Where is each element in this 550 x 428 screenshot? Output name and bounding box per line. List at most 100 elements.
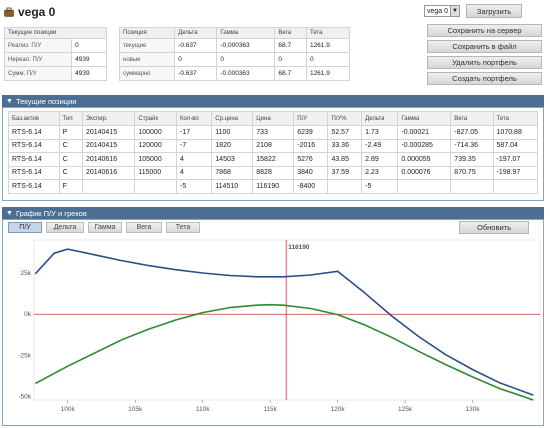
table-cell: -5	[176, 179, 213, 194]
table-cell: -0.00021	[397, 125, 452, 140]
column-header[interactable]: Тип	[58, 111, 83, 126]
table-row[interactable]: RTS-6.14 C 20140616 105000 4 14503 15822 5276 43…	[8, 152, 539, 167]
column-header[interactable]: П/У%	[327, 111, 363, 126]
table-cell: 0	[274, 52, 307, 67]
tab-vega[interactable]: Вега	[126, 222, 162, 233]
table-cell: 100000	[134, 125, 178, 140]
table-cell: -0.000285	[397, 138, 452, 153]
table-header-row: Позиция Дельта Гамма Вега Тета	[118, 27, 351, 39]
briefcase-icon	[4, 7, 14, 17]
table-cell: 37.59	[327, 165, 363, 180]
column-header[interactable]: Вега	[450, 111, 494, 126]
column-header[interactable]: Страйк	[134, 111, 178, 126]
table-cell	[397, 179, 452, 194]
table-cell: 4	[176, 152, 213, 167]
collapse-triangle-icon[interactable]: ▼	[6, 98, 13, 105]
x-tick-label: 120k	[331, 406, 346, 413]
table-cell: 587.04	[492, 138, 539, 153]
column-header[interactable]: Тета	[492, 111, 539, 126]
x-tick-label: 100k	[61, 406, 76, 413]
tab-pnl[interactable]: П/У	[8, 222, 42, 233]
table-cell: -198.97	[492, 165, 539, 180]
table-cell: 0	[174, 52, 218, 67]
table-row: Сумм. П/У 4939	[3, 66, 107, 81]
table-cell: 6239	[293, 125, 329, 140]
table-cell: F	[58, 179, 83, 194]
table-row[interactable]: RTS-6.14 P 20140415 100000 -17 1100 733 6239 52.…	[8, 125, 539, 140]
column-header[interactable]: Дельта	[361, 111, 399, 126]
chevron-down-icon[interactable]: ▼	[450, 6, 459, 16]
x-tick-label: 110k	[196, 406, 210, 413]
table-cell	[327, 179, 363, 194]
column-header[interactable]: Ср.цена	[211, 111, 254, 126]
column-header[interactable]: П/У	[293, 111, 329, 126]
x-tick-label: 125k	[398, 406, 413, 413]
table-cell: -5	[361, 179, 399, 194]
table-cell: 1261.9	[305, 66, 351, 81]
table-row[interactable]: RTS-6.14 C 20140415 120000 -7 1820 2108 -2016 33…	[8, 138, 539, 153]
column-header[interactable]: Баз.актив	[8, 111, 60, 126]
table-cell	[450, 179, 494, 194]
table-row[interactable]: RTS-6.14 F -5 114510 116190 -8400 -5	[8, 179, 539, 194]
portfolio-select-value: vega 0	[427, 7, 449, 15]
table-cell: 43.85	[327, 152, 363, 167]
table-cell: 105000	[134, 152, 178, 167]
delete-portfolio-button[interactable]: Удалить портфель	[427, 56, 542, 69]
table-cell: 5276	[293, 152, 329, 167]
table-cell: новые	[118, 52, 176, 67]
pnl-chart: 25k 0k -25k -50k 100k 105k 110k 115k 120k 125k 130…	[18, 239, 541, 413]
current-price-label: 116190	[288, 244, 310, 251]
x-tick-label: 130k	[465, 406, 480, 413]
chart-panel-header[interactable]: ▼ График П/У и греков	[2, 207, 544, 219]
positions-panel-header[interactable]: ▼ Текущие позиции	[2, 95, 544, 107]
create-portfolio-button[interactable]: Создать портфель	[427, 72, 542, 85]
table-cell: 15822	[252, 152, 295, 167]
plot-area	[33, 239, 541, 401]
table-cell: 739.35	[450, 152, 494, 167]
table-cell: 8828	[252, 165, 295, 180]
table-cell: 114510	[211, 179, 254, 194]
pnl-label: Нереал. П/У	[3, 52, 73, 67]
table-cell: C	[58, 152, 83, 167]
y-tick-label: -25k	[18, 352, 31, 359]
table-cell: -827.05	[450, 125, 494, 140]
table-row: суммарно -0.637 -0.000363 68.7 1261.9	[118, 66, 351, 81]
table-cell	[492, 179, 539, 194]
table-cell: 733	[252, 125, 295, 140]
table-cell: C	[58, 138, 83, 153]
table-cell: -0.637	[174, 66, 218, 81]
table-cell: -2016	[293, 138, 329, 153]
table-cell: 115000	[134, 165, 178, 180]
y-tick-label: 25k	[21, 270, 32, 277]
table-cell: 1070.88	[492, 125, 539, 140]
pnl-value: 4939	[71, 66, 107, 81]
table-cell: 1820	[211, 138, 254, 153]
refresh-button[interactable]: Обновить	[459, 221, 529, 234]
table-cell: 52.57	[327, 125, 363, 140]
tab-theta[interactable]: Тета	[166, 222, 200, 233]
pnl-value: 0	[71, 38, 107, 53]
tab-delta[interactable]: Дельта	[46, 222, 84, 233]
save-to-server-button[interactable]: Сохранить на сервер	[427, 24, 542, 37]
column-header: Позиция	[118, 27, 176, 39]
column-header[interactable]: Кол-во	[176, 111, 213, 126]
table-cell: 14503	[211, 152, 254, 167]
collapse-triangle-icon[interactable]: ▼	[6, 210, 13, 217]
column-header[interactable]: Гамма	[397, 111, 452, 126]
table-row: новые 0 0 0 0	[118, 52, 351, 67]
table-cell: 2.23	[361, 165, 399, 180]
table-cell: RTS-6.14	[8, 179, 60, 194]
load-button[interactable]: Загрузить	[466, 4, 522, 18]
table-row[interactable]: RTS-6.14 C 20140616 115000 4 7868 8828 3840 37.5…	[8, 165, 539, 180]
table-cell: RTS-6.14	[8, 125, 60, 140]
save-to-file-button[interactable]: Сохранить в файл	[427, 40, 542, 53]
column-header[interactable]: Цена	[252, 111, 295, 126]
column-header: Вега	[274, 27, 307, 39]
pnl-value: 4939	[71, 52, 107, 67]
tab-gamma[interactable]: Гамма	[88, 222, 122, 233]
table-cell: 20140415	[81, 125, 136, 140]
pnl-label: Реализ. П/У	[3, 38, 73, 53]
portfolio-select[interactable]: vega 0 ▼	[424, 5, 460, 17]
table-cell: -17	[176, 125, 213, 140]
column-header[interactable]: Экспир.	[81, 111, 136, 126]
